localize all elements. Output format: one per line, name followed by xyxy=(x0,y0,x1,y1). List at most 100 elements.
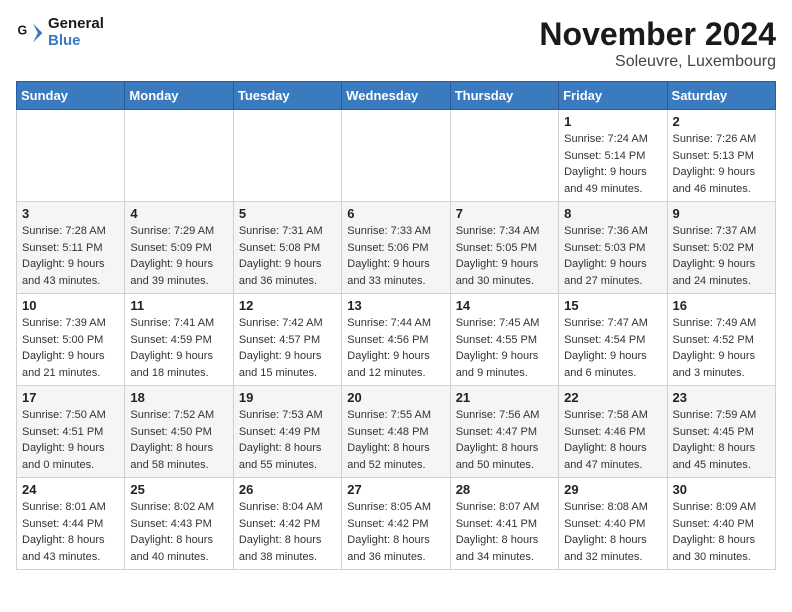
day-number: 9 xyxy=(673,206,770,221)
day-info: Sunrise: 7:47 AMSunset: 4:54 PMDaylight:… xyxy=(564,315,661,381)
day-info: Sunrise: 8:04 AMSunset: 4:42 PMDaylight:… xyxy=(239,499,336,565)
day-number: 11 xyxy=(130,298,227,313)
day-number: 24 xyxy=(22,482,119,497)
col-header-friday: Friday xyxy=(559,82,667,110)
col-header-monday: Monday xyxy=(125,82,233,110)
day-cell: 26 Sunrise: 8:04 AMSunset: 4:42 PMDayligh… xyxy=(233,478,341,570)
col-header-sunday: Sunday xyxy=(17,82,125,110)
day-cell: 18 Sunrise: 7:52 AMSunset: 4:50 PMDayligh… xyxy=(125,386,233,478)
day-number: 6 xyxy=(347,206,444,221)
day-info: Sunrise: 7:34 AMSunset: 5:05 PMDaylight:… xyxy=(456,223,553,289)
day-cell: 1 Sunrise: 7:24 AMSunset: 5:14 PMDaylight… xyxy=(559,110,667,202)
day-info: Sunrise: 7:33 AMSunset: 5:06 PMDaylight:… xyxy=(347,223,444,289)
day-cell xyxy=(450,110,558,202)
day-info: Sunrise: 7:39 AMSunset: 5:00 PMDaylight:… xyxy=(22,315,119,381)
day-info: Sunrise: 8:05 AMSunset: 4:42 PMDaylight:… xyxy=(347,499,444,565)
day-cell: 5 Sunrise: 7:31 AMSunset: 5:08 PMDaylight… xyxy=(233,202,341,294)
day-number: 3 xyxy=(22,206,119,221)
day-number: 29 xyxy=(564,482,661,497)
day-number: 2 xyxy=(673,114,770,129)
day-cell: 10Sunrise: 7:39 AMSunset: 5:00 PMDayligh… xyxy=(17,294,125,386)
day-cell: 24Sunrise: 8:01 AMSunset: 4:44 PMDayligh… xyxy=(17,478,125,570)
week-row-3: 10Sunrise: 7:39 AMSunset: 5:00 PMDayligh… xyxy=(17,294,776,386)
day-number: 1 xyxy=(564,114,661,129)
day-cell xyxy=(342,110,450,202)
day-cell: 17 Sunrise: 7:50 AMSunset: 4:51 PMDayligh… xyxy=(17,386,125,478)
day-cell: 16 Sunrise: 7:49 AMSunset: 4:52 PMDayligh… xyxy=(667,294,775,386)
day-number: 23 xyxy=(673,390,770,405)
calendar-table: SundayMondayTuesdayWednesdayThursdayFrid… xyxy=(16,81,776,570)
day-number: 13 xyxy=(347,298,444,313)
day-cell: 6 Sunrise: 7:33 AMSunset: 5:06 PMDaylight… xyxy=(342,202,450,294)
day-number: 21 xyxy=(456,390,553,405)
day-number: 16 xyxy=(673,298,770,313)
day-cell: 22 Sunrise: 7:58 AMSunset: 4:46 PMDayligh… xyxy=(559,386,667,478)
day-cell: 11 Sunrise: 7:41 AMSunset: 4:59 PMDayligh… xyxy=(125,294,233,386)
day-info: Sunrise: 7:56 AMSunset: 4:47 PMDaylight:… xyxy=(456,407,553,473)
week-row-5: 24Sunrise: 8:01 AMSunset: 4:44 PMDayligh… xyxy=(17,478,776,570)
day-cell: 3Sunrise: 7:28 AMSunset: 5:11 PMDaylight… xyxy=(17,202,125,294)
day-cell: 21 Sunrise: 7:56 AMSunset: 4:47 PMDayligh… xyxy=(450,386,558,478)
day-number: 20 xyxy=(347,390,444,405)
day-number: 30 xyxy=(673,482,770,497)
day-info: Sunrise: 7:55 AMSunset: 4:48 PMDaylight:… xyxy=(347,407,444,473)
month-title: November 2024 xyxy=(539,16,776,53)
title-area: November 2024 Soleuvre, Luxembourg xyxy=(539,16,776,71)
day-cell: 9 Sunrise: 7:37 AMSunset: 5:02 PMDaylight… xyxy=(667,202,775,294)
day-number: 14 xyxy=(456,298,553,313)
day-info: Sunrise: 8:09 AMSunset: 4:40 PMDaylight:… xyxy=(673,499,770,565)
day-cell: 7 Sunrise: 7:34 AMSunset: 5:05 PMDaylight… xyxy=(450,202,558,294)
day-cell: 14 Sunrise: 7:45 AMSunset: 4:55 PMDayligh… xyxy=(450,294,558,386)
day-cell: 30 Sunrise: 8:09 AMSunset: 4:40 PMDayligh… xyxy=(667,478,775,570)
day-cell: 28Sunrise: 8:07 AMSunset: 4:41 PMDayligh… xyxy=(450,478,558,570)
logo: G General Blue xyxy=(16,16,104,49)
day-info: Sunrise: 7:52 AMSunset: 4:50 PMDaylight:… xyxy=(130,407,227,473)
week-row-2: 3Sunrise: 7:28 AMSunset: 5:11 PMDaylight… xyxy=(17,202,776,294)
logo-line1: General xyxy=(48,16,104,33)
day-info: Sunrise: 7:58 AMSunset: 4:46 PMDaylight:… xyxy=(564,407,661,473)
day-cell: 20 Sunrise: 7:55 AMSunset: 4:48 PMDayligh… xyxy=(342,386,450,478)
day-number: 25 xyxy=(130,482,227,497)
day-info: Sunrise: 8:08 AMSunset: 4:40 PMDaylight:… xyxy=(564,499,661,565)
header: G General Blue November 2024 Soleuvre, L… xyxy=(16,16,776,71)
day-info: Sunrise: 7:50 AMSunset: 4:51 PMDaylight:… xyxy=(22,407,119,473)
day-number: 17 xyxy=(22,390,119,405)
header-row: SundayMondayTuesdayWednesdayThursdayFrid… xyxy=(17,82,776,110)
col-header-wednesday: Wednesday xyxy=(342,82,450,110)
day-info: Sunrise: 7:24 AMSunset: 5:14 PMDaylight:… xyxy=(564,131,661,197)
day-cell: 2Sunrise: 7:26 AMSunset: 5:13 PMDaylight… xyxy=(667,110,775,202)
day-info: Sunrise: 7:59 AMSunset: 4:45 PMDaylight:… xyxy=(673,407,770,473)
day-number: 18 xyxy=(130,390,227,405)
day-cell: 4Sunrise: 7:29 AMSunset: 5:09 PMDaylight… xyxy=(125,202,233,294)
day-info: Sunrise: 7:29 AMSunset: 5:09 PMDaylight:… xyxy=(130,223,227,289)
day-cell: 8Sunrise: 7:36 AMSunset: 5:03 PMDaylight… xyxy=(559,202,667,294)
day-cell: 15 Sunrise: 7:47 AMSunset: 4:54 PMDayligh… xyxy=(559,294,667,386)
day-number: 12 xyxy=(239,298,336,313)
day-info: Sunrise: 7:53 AMSunset: 4:49 PMDaylight:… xyxy=(239,407,336,473)
day-info: Sunrise: 7:37 AMSunset: 5:02 PMDaylight:… xyxy=(673,223,770,289)
day-info: Sunrise: 7:42 AMSunset: 4:57 PMDaylight:… xyxy=(239,315,336,381)
day-info: Sunrise: 7:49 AMSunset: 4:52 PMDaylight:… xyxy=(673,315,770,381)
day-cell xyxy=(125,110,233,202)
day-number: 22 xyxy=(564,390,661,405)
day-cell: 25Sunrise: 8:02 AMSunset: 4:43 PMDayligh… xyxy=(125,478,233,570)
day-number: 26 xyxy=(239,482,336,497)
day-number: 15 xyxy=(564,298,661,313)
day-cell: 27Sunrise: 8:05 AMSunset: 4:42 PMDayligh… xyxy=(342,478,450,570)
logo-line2: Blue xyxy=(48,33,104,50)
day-cell: 29 Sunrise: 8:08 AMSunset: 4:40 PMDayligh… xyxy=(559,478,667,570)
day-number: 7 xyxy=(456,206,553,221)
day-cell: 23 Sunrise: 7:59 AMSunset: 4:45 PMDayligh… xyxy=(667,386,775,478)
day-number: 19 xyxy=(239,390,336,405)
day-cell: 19 Sunrise: 7:53 AMSunset: 4:49 PMDayligh… xyxy=(233,386,341,478)
col-header-saturday: Saturday xyxy=(667,82,775,110)
day-info: Sunrise: 7:41 AMSunset: 4:59 PMDaylight:… xyxy=(130,315,227,381)
day-number: 28 xyxy=(456,482,553,497)
svg-text:G: G xyxy=(18,23,28,37)
location: Soleuvre, Luxembourg xyxy=(539,53,776,71)
day-info: Sunrise: 7:45 AMSunset: 4:55 PMDaylight:… xyxy=(456,315,553,381)
day-number: 5 xyxy=(239,206,336,221)
day-info: Sunrise: 7:31 AMSunset: 5:08 PMDaylight:… xyxy=(239,223,336,289)
col-header-tuesday: Tuesday xyxy=(233,82,341,110)
day-info: Sunrise: 7:44 AMSunset: 4:56 PMDaylight:… xyxy=(347,315,444,381)
